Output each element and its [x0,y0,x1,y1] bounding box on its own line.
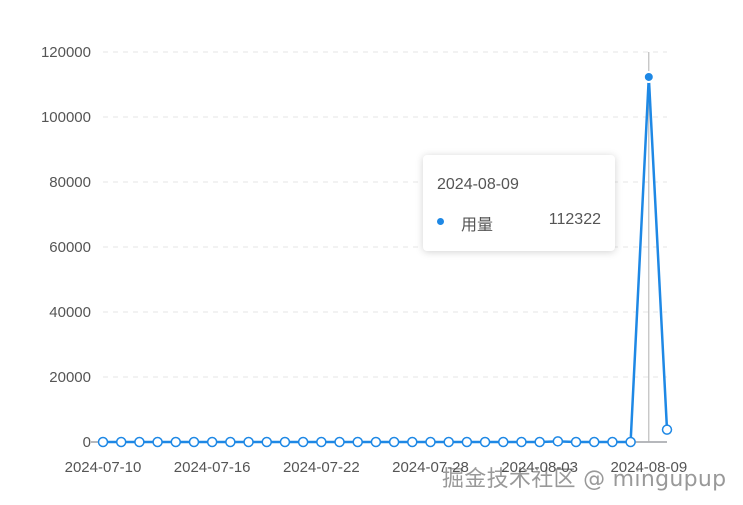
data-point[interactable] [188,436,200,448]
data-point[interactable] [316,436,327,448]
y-tick-label: 60000 [49,239,91,256]
data-point[interactable] [642,70,655,83]
y-tick-label: 20000 [49,369,91,386]
data-point[interactable] [388,436,400,448]
y-tick-label: 120000 [41,44,91,61]
data-point[interactable] [225,436,236,448]
data-point[interactable] [115,436,127,448]
data-point[interactable] [498,436,509,448]
y-axis: 0 20000 40000 60000 80000 100000 120000 [41,44,91,451]
data-point[interactable] [516,436,527,448]
data-point[interactable] [97,436,109,448]
data-point[interactable] [534,436,545,448]
data-point[interactable] [479,436,491,448]
data-point[interactable] [243,436,254,448]
data-point[interactable] [625,436,636,448]
y-tick-label: 0 [83,434,91,451]
data-point[interactable] [279,436,291,448]
watermark: 掘金技术社区 @ mingupup [442,467,727,492]
data-point[interactable] [552,436,564,447]
series-usage[interactable] [97,70,673,448]
tooltip-date: 2024-08-09 [437,176,519,193]
data-point[interactable] [352,436,363,448]
data-point[interactable] [588,436,600,448]
tooltip-series-marker [437,218,444,225]
data-point[interactable] [570,436,582,448]
x-tick-label: 2024-07-16 [174,459,251,476]
series-line [103,75,669,444]
chart-tooltip: 2024-08-09 用量 112322 [423,155,615,251]
tooltip-value: 112322 [548,211,601,228]
y-tick-label: 40000 [49,304,91,321]
data-point[interactable] [425,436,436,448]
tooltip-series-name: 用量 [461,215,494,234]
data-point[interactable] [134,436,145,448]
line-chart: 0 20000 40000 60000 80000 100000 120000 2024-0… [41,44,687,476]
data-point[interactable] [206,436,218,448]
data-point[interactable] [370,436,382,448]
data-point[interactable] [461,436,473,448]
data-point[interactable] [443,436,454,448]
data-point[interactable] [607,436,618,448]
y-tick-label: 80000 [49,174,91,191]
data-point[interactable] [152,436,163,448]
data-point[interactable] [297,436,309,448]
data-point[interactable] [407,436,418,448]
x-tick-label: 2024-07-22 [283,459,360,476]
data-point[interactable] [170,436,182,448]
data-point[interactable] [334,436,345,448]
y-tick-label: 100000 [41,109,91,126]
x-tick-label: 2024-07-10 [65,459,142,476]
data-point[interactable] [661,424,673,435]
data-point[interactable] [261,436,272,448]
